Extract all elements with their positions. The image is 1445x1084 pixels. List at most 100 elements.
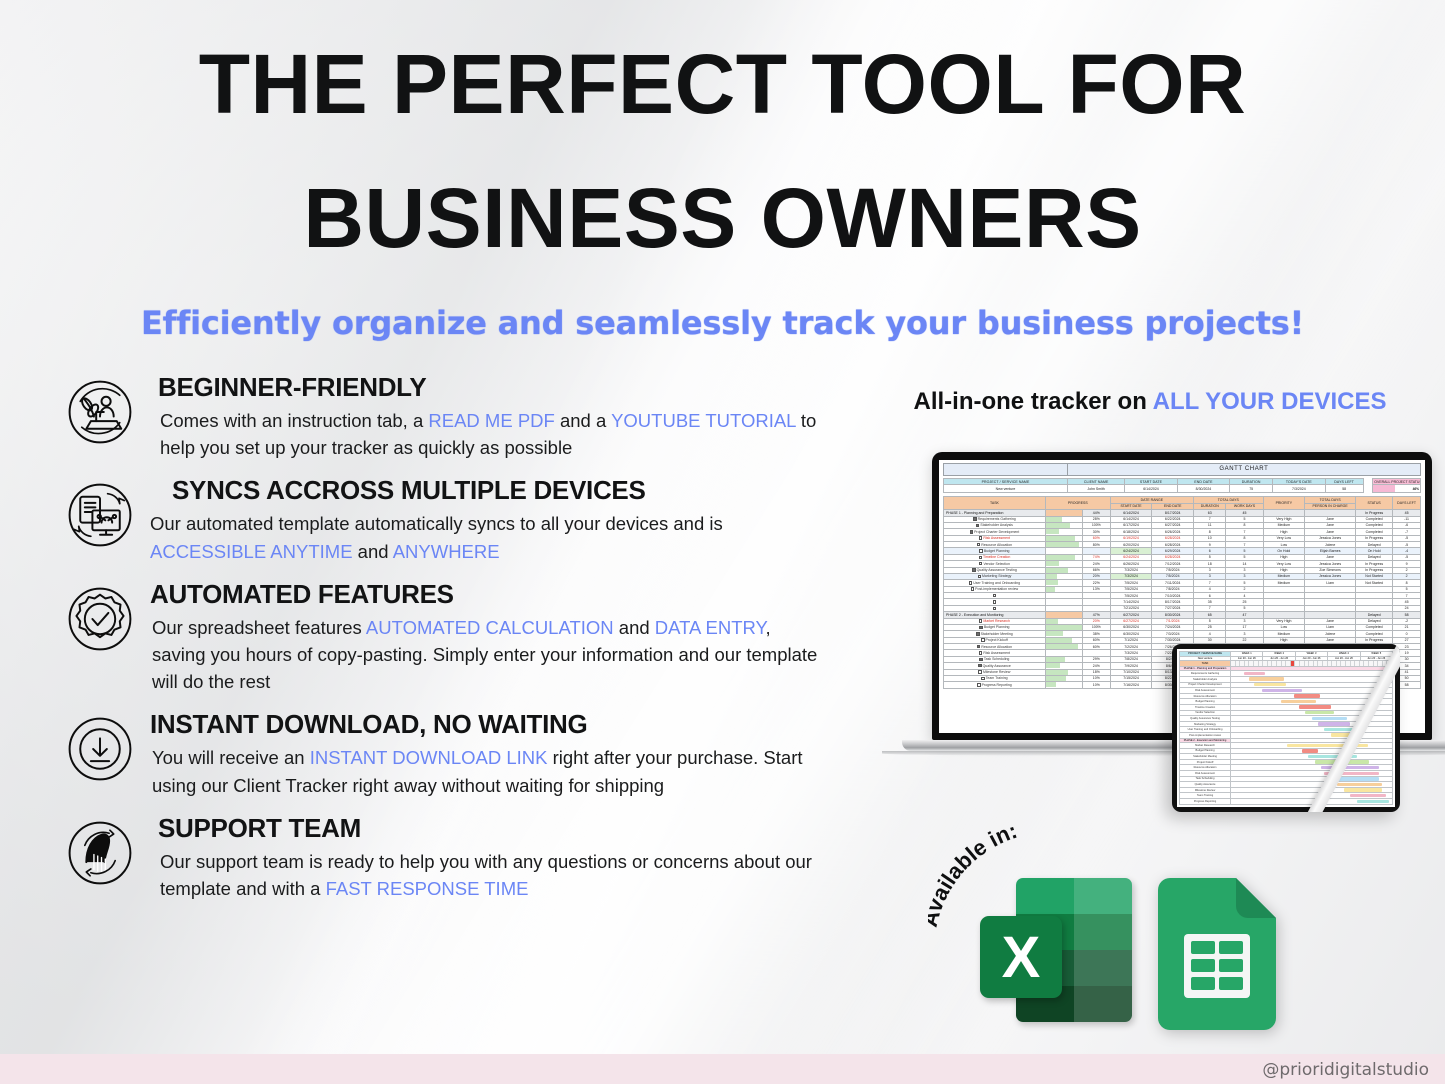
gantt-bar-track (1230, 687, 1393, 694)
task-checkbox[interactable] (976, 542, 981, 547)
task-checkbox[interactable] (978, 651, 983, 655)
task-checkbox[interactable] (978, 619, 983, 623)
gantt-bar (1343, 788, 1383, 792)
sheet-title: GANTT CHART (1219, 466, 1269, 472)
feature-item-support-team: SUPPORT TEAM Our support team is ready t… (62, 809, 822, 902)
gantt-bar-track (1230, 726, 1393, 733)
gantt-bar-track (1230, 786, 1393, 794)
task-name: Progress Reporting (943, 681, 1046, 689)
feature-item-instant-download: INSTANT DOWNLOAD, NO WAITING You will re… (62, 705, 822, 798)
feature-description: You will receive an INSTANT DOWNLOAD LIN… (150, 744, 822, 798)
task-checkbox[interactable] (977, 683, 981, 687)
task-checkbox[interactable] (978, 555, 983, 560)
gantt-bar (1301, 749, 1318, 753)
multi-device-sync-icon (62, 477, 138, 553)
task-checkbox[interactable] (978, 561, 983, 566)
task-name: Progress Reporting (1178, 798, 1232, 805)
headline-line-1: THE PERFECT TOOL FOR (198, 37, 1247, 131)
gear-check-badge-icon (62, 581, 138, 657)
highlight-phrase: DATA ENTRY (654, 616, 766, 638)
table-row: New venture John Smith 6/14/2024 8/30/2024 7… (942, 484, 1421, 494)
highlight-phrase: AUTOMATED CALCULATION (365, 616, 614, 638)
table-row: Progress Reporting (1178, 798, 1393, 805)
task-checkbox[interactable] (972, 568, 976, 572)
column-header: DAYS LEFT (1392, 496, 1421, 511)
gantt-bar (1243, 671, 1265, 676)
column-header: PROGRESS (1044, 496, 1111, 511)
gantt-bar-track (1230, 764, 1393, 772)
task-checkbox[interactable] (981, 676, 985, 681)
day-strip (1230, 660, 1393, 667)
feature-title: AUTOMATED FEATURES (150, 578, 454, 609)
tablet-mockup: PROJECT / SERVICE NAME WEEK 1 WEEK 2 WEEK 3… (1172, 644, 1400, 812)
task-checkbox[interactable] (992, 600, 997, 604)
plant-laptop-icon (62, 374, 138, 450)
gantt-bar (1317, 722, 1351, 726)
gantt-bar (1311, 716, 1347, 721)
task-checkbox[interactable] (976, 644, 981, 649)
feature-item-syncs-across-devices: SYNCS ACCROSS MULTIPLE DEVICES Our autom… (62, 471, 822, 564)
task-checkbox[interactable] (970, 587, 975, 591)
devices-heading-accent: ALL YOUR DEVICES (1152, 388, 1387, 415)
table-cell: New venture (942, 484, 1069, 494)
feature-title: SYNCS ACCROSS MULTIPLE DEVICES (172, 475, 646, 506)
task-checkbox[interactable] (975, 523, 980, 528)
column-header: PRIORITY (1262, 496, 1306, 511)
gantt-bar (1350, 793, 1386, 798)
column-header: TASK (943, 496, 1046, 511)
gantt-bar-track (1230, 770, 1393, 777)
task-checkbox[interactable] (976, 632, 980, 636)
gantt-bar (1305, 711, 1335, 715)
task-checkbox[interactable] (979, 657, 983, 662)
gantt-bar-track (1230, 775, 1393, 783)
gantt-bar-track (1230, 753, 1393, 760)
gantt-bar (1261, 688, 1302, 693)
task-checkbox[interactable] (977, 574, 981, 579)
highlight-phrase: INSTANT DOWNLOAD LINK (309, 747, 548, 769)
gantt-bar (1280, 699, 1317, 704)
gantt-bar-track (1230, 670, 1393, 677)
table-cell: 10% (1081, 681, 1111, 689)
description-text: Comes with an instruction tab, a (160, 410, 429, 431)
feature-description: Our spreadsheet features AUTOMATED CALCU… (150, 614, 822, 696)
description-text: and a (554, 410, 612, 431)
feature-description: Our support team is ready to help you wi… (150, 848, 822, 902)
task-checkbox[interactable] (969, 530, 974, 534)
task-checkbox[interactable] (981, 638, 985, 642)
task-checkbox[interactable] (978, 536, 983, 540)
watermark-handle: @prioridigitalstudio (1262, 1060, 1429, 1080)
table-cell: John Smith (1067, 484, 1126, 494)
highlight-phrase: READ ME PDF (428, 410, 555, 431)
gantt-bar (1337, 782, 1383, 787)
progress-bar-cell (1044, 681, 1083, 689)
excel-x-glyph: X (980, 916, 1062, 998)
footer-band (0, 1054, 1445, 1084)
task-checkbox[interactable] (992, 593, 997, 598)
task-checkbox[interactable] (979, 625, 983, 630)
feature-item-automated-features: AUTOMATED FEATURES Our spreadsheet featu… (62, 575, 822, 696)
task-checkbox[interactable] (992, 606, 997, 611)
task-checkbox[interactable] (978, 670, 982, 674)
task-checkbox[interactable] (978, 663, 982, 668)
feature-list: BEGINNER-FRIENDLY Comes with an instruct… (62, 368, 822, 912)
gantt-bar (1248, 677, 1285, 681)
description-text: Our spreadsheet features (152, 616, 366, 638)
excel-logo: X (980, 874, 1132, 1026)
description-text: and (352, 540, 393, 562)
devices-heading: All-in-one tracker on ALL YOUR DEVICES (880, 388, 1420, 416)
task-checkbox[interactable] (968, 581, 973, 585)
table-cell: 7/3/2024 (1272, 484, 1326, 494)
column-header: STATUS (1355, 496, 1394, 511)
feature-item-beginner-friendly: BEGINNER-FRIENDLY Comes with an instruct… (62, 368, 822, 461)
gantt-bar-track (1230, 747, 1393, 755)
task-checkbox[interactable] (973, 517, 977, 521)
sheet-title-row: GANTT CHART (943, 463, 1421, 476)
feature-title: INSTANT DOWNLOAD, NO WAITING (150, 709, 588, 740)
project-summary-block: PROJECT / SERVICE NAME CLIENT NAME START D… (939, 477, 1425, 494)
task-checkbox[interactable] (979, 549, 983, 553)
devices-heading-plain: All-in-one tracker on (913, 388, 1153, 415)
gantt-bar (1253, 683, 1286, 687)
table-cell: 8/30/2024 (1176, 484, 1231, 494)
highlight-phrase: ACCESSIBLE ANYTIME (150, 540, 353, 562)
feature-title: SUPPORT TEAM (158, 812, 361, 843)
